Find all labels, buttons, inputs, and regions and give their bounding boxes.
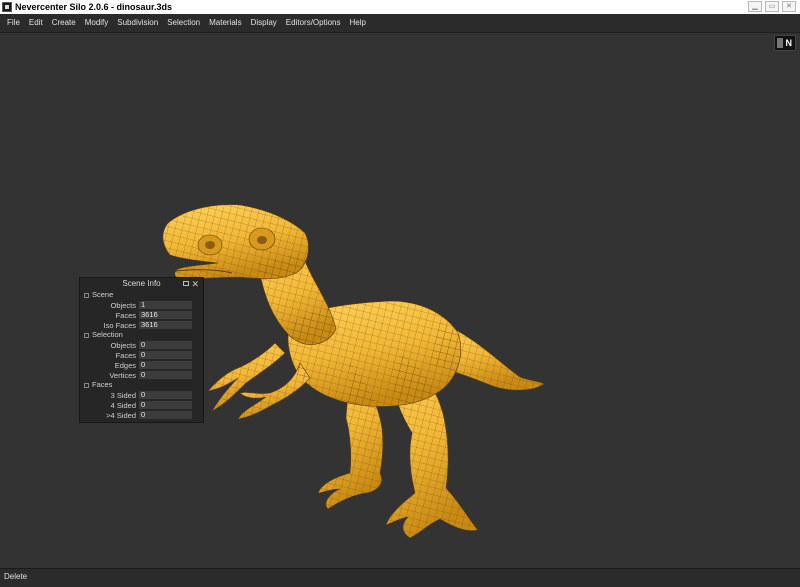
info-row: 3 Sided 0 — [80, 390, 203, 400]
section-selection[interactable]: Selection — [80, 330, 203, 340]
collapse-checkbox[interactable] — [84, 292, 89, 298]
section-faces[interactable]: Faces — [80, 380, 203, 390]
info-label: Iso Faces — [103, 320, 136, 330]
status-bar: Delete — [0, 568, 800, 587]
info-value: 0 — [139, 371, 192, 379]
app-icon — [2, 2, 12, 12]
info-label: Faces — [115, 350, 136, 360]
info-label: Faces — [115, 310, 136, 320]
scene-info-title: Scene Info — [122, 279, 161, 288]
collapse-checkbox[interactable] — [84, 382, 89, 388]
section-label: Selection — [92, 330, 123, 339]
info-row: Objects 0 — [80, 340, 203, 350]
info-value: 0 — [139, 361, 192, 369]
view-orientation-label: N — [785, 38, 793, 48]
close-icon[interactable]: ✕ — [191, 278, 199, 290]
info-value: 3616 — [139, 321, 192, 329]
info-value: 0 — [139, 351, 192, 359]
info-label: Objects — [110, 300, 136, 310]
info-value: 3616 — [139, 311, 192, 319]
menu-selection[interactable]: Selection — [163, 14, 205, 32]
info-label: Objects — [110, 340, 136, 350]
title-bar: Nevercenter Silo 2.0.6 - dinosaur.3ds ▁ … — [0, 0, 800, 14]
window-title: Nevercenter Silo 2.0.6 - dinosaur.3ds — [15, 2, 173, 12]
info-row: Faces 3616 — [80, 310, 203, 320]
info-row: Edges 0 — [80, 360, 203, 370]
menu-bar: File Edit Create Modify Subdivision Sele… — [0, 14, 800, 33]
scene-info-panel: Scene Info ✕ Scene Objects 1 Faces 3616 … — [79, 277, 204, 423]
menu-subdivision[interactable]: Subdivision — [113, 14, 163, 32]
section-label: Faces — [92, 380, 113, 389]
view-cube-shade-icon — [777, 38, 783, 48]
menu-materials[interactable]: Materials — [205, 14, 246, 32]
info-label: 4 Sided — [110, 400, 136, 410]
menu-editors-options[interactable]: Editors/Options — [282, 14, 346, 32]
info-row: Iso Faces 3616 — [80, 320, 203, 330]
menu-file[interactable]: File — [0, 14, 25, 32]
menu-edit[interactable]: Edit — [25, 14, 48, 32]
info-value: 0 — [139, 401, 192, 409]
info-label: >4 Sided — [106, 410, 136, 420]
info-value: 0 — [139, 341, 192, 349]
menu-modify[interactable]: Modify — [81, 14, 114, 32]
info-row: 4 Sided 0 — [80, 400, 203, 410]
info-row: Faces 0 — [80, 350, 203, 360]
info-row: Vertices 0 — [80, 370, 203, 380]
section-scene[interactable]: Scene — [80, 290, 203, 300]
info-label: Vertices — [109, 370, 136, 380]
info-row: >4 Sided 0 — [80, 410, 203, 420]
dock-icon[interactable] — [183, 281, 189, 286]
minimize-button[interactable]: ▁ — [748, 1, 762, 12]
scene-info-header[interactable]: Scene Info ✕ — [80, 278, 203, 290]
info-label: Edges — [114, 360, 136, 370]
view-cube[interactable]: N — [774, 35, 796, 51]
section-label: Scene — [92, 290, 114, 299]
window-controls: ▁ ▭ ✕ — [748, 1, 796, 12]
info-row: Objects 1 — [80, 300, 203, 310]
info-label: 3 Sided — [110, 390, 136, 400]
collapse-checkbox[interactable] — [84, 332, 89, 338]
status-text: Delete — [4, 572, 28, 581]
menu-display[interactable]: Display — [247, 14, 282, 32]
close-button[interactable]: ✕ — [782, 1, 796, 12]
menu-create[interactable]: Create — [48, 14, 81, 32]
maximize-button[interactable]: ▭ — [765, 1, 779, 12]
info-value: 0 — [139, 391, 192, 399]
info-value: 0 — [139, 411, 192, 419]
info-value: 1 — [139, 301, 192, 309]
menu-help[interactable]: Help — [346, 14, 371, 32]
